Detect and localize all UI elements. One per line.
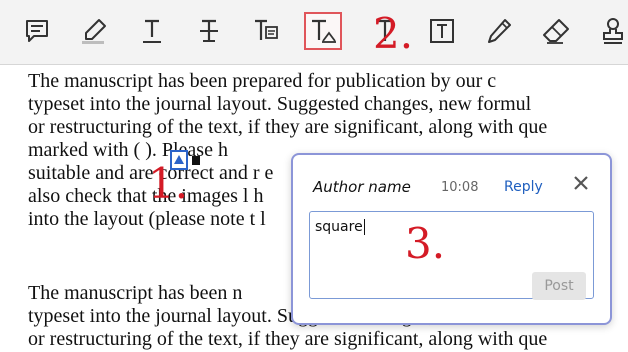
insert-text-comment-tool-button[interactable] <box>304 12 342 50</box>
strikethrough-text-icon <box>200 19 218 42</box>
comment-tool-button[interactable] <box>18 12 56 50</box>
comment-author-name: Author name <box>313 178 411 196</box>
comment-input-value: square <box>315 219 365 235</box>
document-line: typeset into the journal layout. Suggest… <box>28 93 532 115</box>
document-line: or restructuring of the text, if they ar… <box>28 116 548 138</box>
document-line: into the layout (please note t l <box>28 208 266 230</box>
pencil-icon <box>488 19 511 43</box>
replace-text-tool-button[interactable] <box>247 12 285 50</box>
document-line: The manuscript has been prepared for pub… <box>28 70 497 92</box>
close-icon[interactable] <box>571 173 591 193</box>
annotation-toolbar <box>0 0 628 65</box>
stamp-icon <box>603 18 623 44</box>
comment-timestamp: 10:08 <box>441 180 479 195</box>
highlight-tool-button[interactable] <box>75 12 113 50</box>
comment-icon <box>26 20 48 42</box>
insert-text-comment-icon <box>312 19 336 43</box>
post-button[interactable]: Post <box>532 272 586 300</box>
replace-text-icon <box>255 19 278 40</box>
stamp-tool-button[interactable] <box>594 12 628 50</box>
text-box-icon <box>430 19 454 43</box>
eraser-icon <box>543 19 569 44</box>
document-line: or restructuring of the text, if they ar… <box>28 328 548 350</box>
text-box-tool-button[interactable] <box>423 12 461 50</box>
underline-tool-button[interactable] <box>133 12 171 50</box>
document-line: also check that the images l h <box>28 185 264 207</box>
strikethrough-tool-button[interactable] <box>190 12 228 50</box>
text-caret <box>363 219 365 235</box>
comment-popup: Author name 10:08 Reply square Post <box>291 153 612 325</box>
step-label-3: 3. <box>405 219 446 268</box>
step-label-1: 1. <box>148 159 189 208</box>
step-label-2: 2. <box>373 9 414 58</box>
highlight-icon <box>82 19 106 44</box>
marker-square-glyph <box>192 156 200 165</box>
reply-link[interactable]: Reply <box>504 179 543 195</box>
document-line: The manuscript has been n <box>28 282 243 304</box>
pencil-tool-button[interactable] <box>480 12 518 50</box>
comment-input-text: square <box>315 219 363 235</box>
underline-text-icon <box>143 19 161 43</box>
eraser-tool-button[interactable] <box>537 12 575 50</box>
